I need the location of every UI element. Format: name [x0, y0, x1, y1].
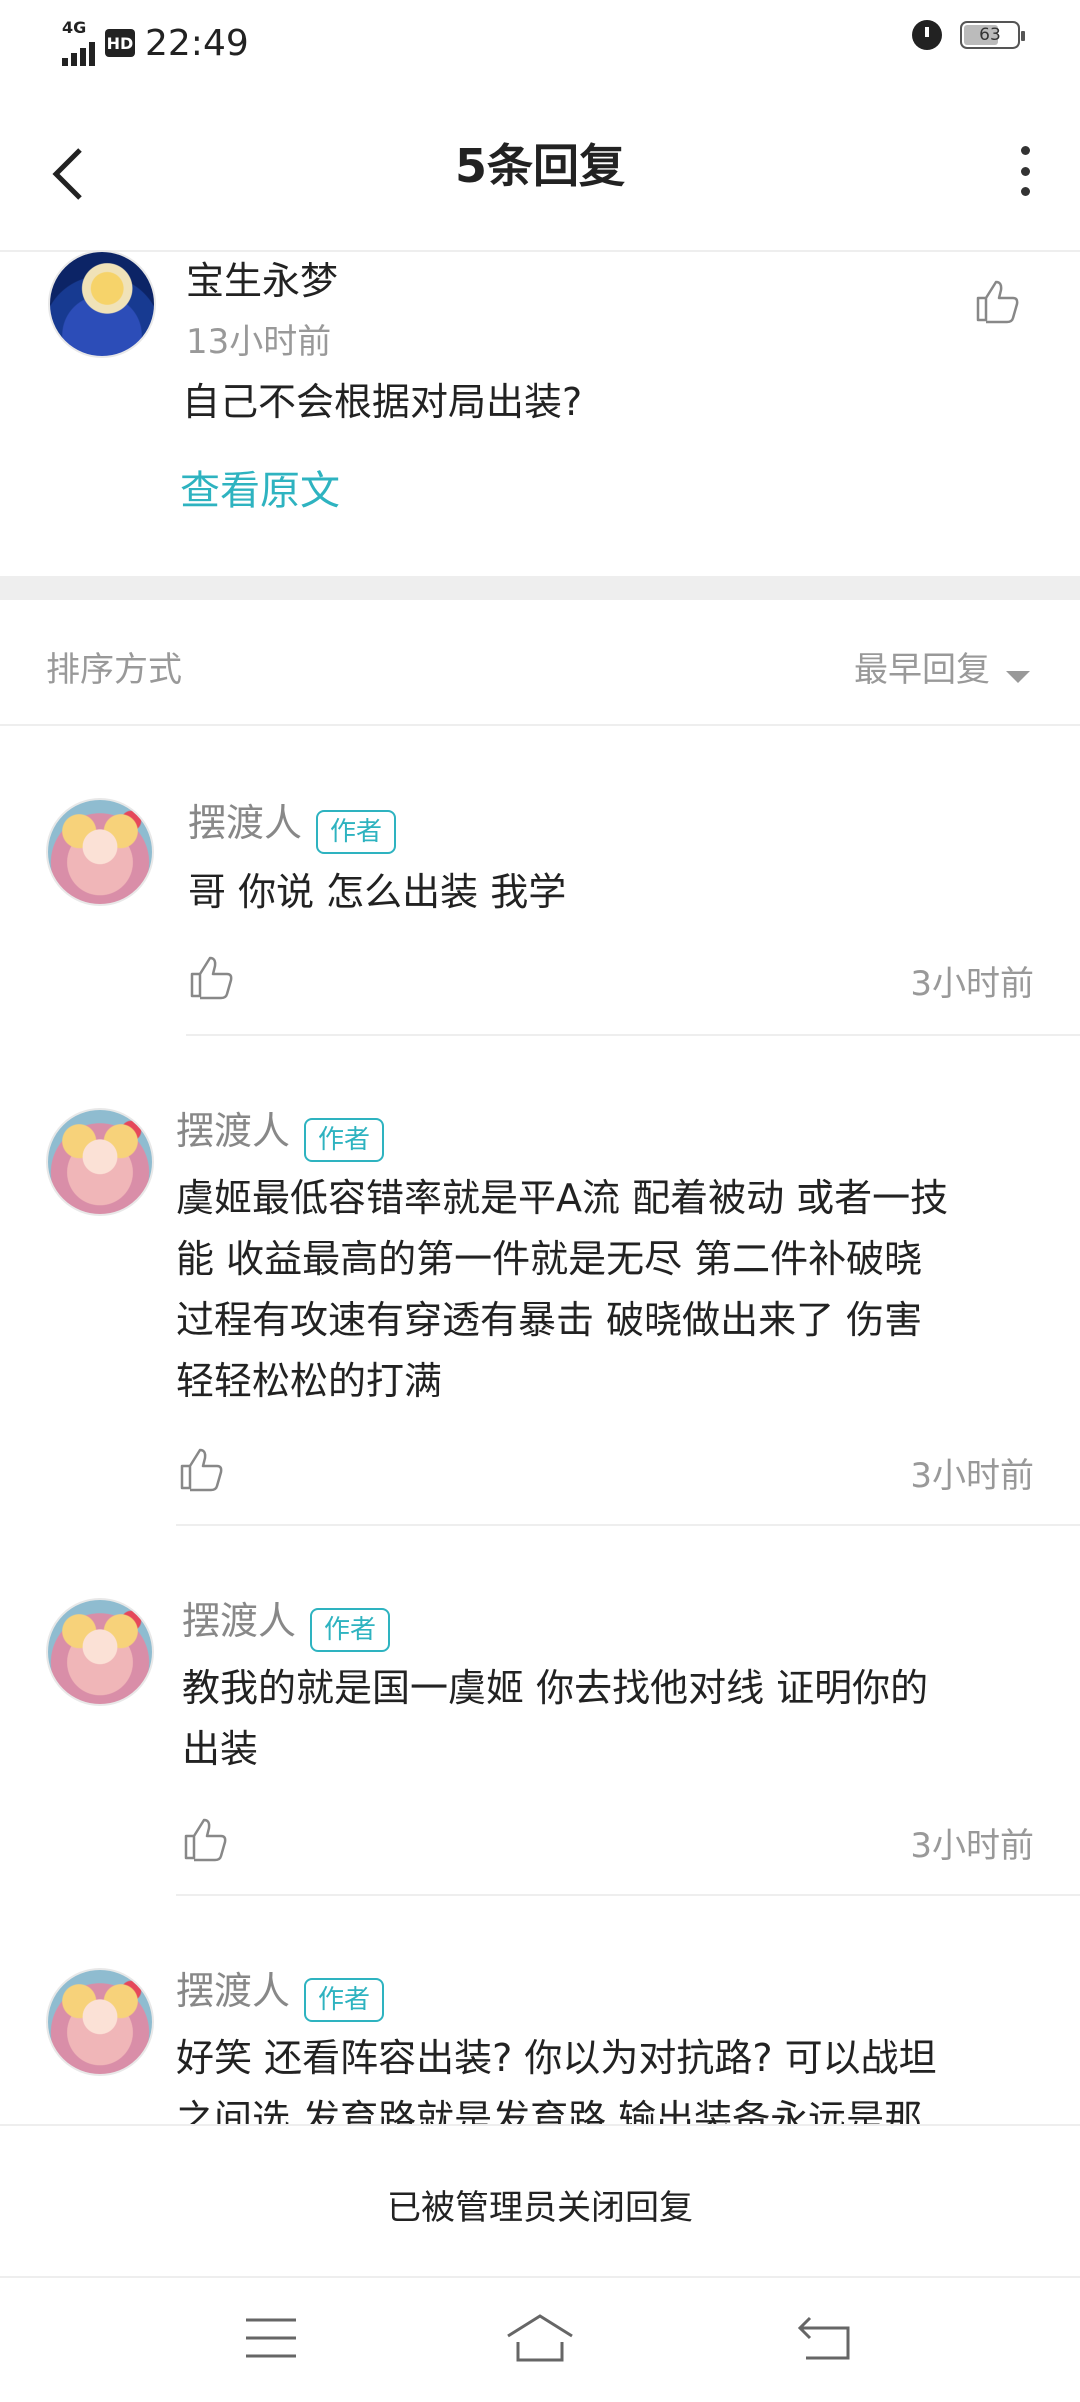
top-bar: 5条回复	[0, 84, 1080, 252]
reply-item: 摆渡人 作者 好笑 还看阵容出装? 你以为对抗路? 可以战坦 之间选 发育路就是发…	[0, 1896, 1080, 2124]
alarm-icon	[912, 20, 942, 50]
like-icon[interactable]	[972, 276, 1022, 326]
reply-closed-bar: 已被管理员关闭回复	[0, 2124, 1080, 2278]
battery-level: 63	[979, 25, 1001, 45]
reply-username[interactable]: 摆渡人	[176, 1969, 290, 2013]
reply-header: 摆渡人 作者	[182, 1590, 391, 1652]
reply-text: 教我的就是国一虞姬 你去找他对线 证明你的 出装	[182, 1666, 929, 1771]
author-badge: 作者	[310, 1607, 391, 1652]
reply-header: 摆渡人 作者	[188, 792, 397, 854]
author-badge: 作者	[304, 1977, 385, 2022]
home-icon[interactable]	[504, 2312, 576, 2364]
reply-text: 哥 你说 怎么出装 我学	[188, 870, 567, 914]
sort-value: 最早回复	[854, 650, 990, 690]
like-icon[interactable]	[186, 952, 236, 1002]
reply-item: 摆渡人 作者 哥 你说 怎么出装 我学 3小时前	[0, 726, 1080, 1036]
like-icon[interactable]	[180, 1814, 230, 1864]
reply-time: 3小时前	[910, 1456, 1034, 1496]
page-title: 5条回复	[454, 139, 625, 193]
reply-username[interactable]: 摆渡人	[188, 801, 302, 845]
avatar[interactable]	[48, 250, 156, 358]
sort-label: 排序方式	[46, 650, 182, 690]
reply-time: 3小时前	[910, 1826, 1034, 1866]
closed-notice: 已被管理员关闭回复	[387, 2188, 693, 2228]
status-bar: 4G HD 22:49 63	[0, 0, 1080, 84]
like-icon[interactable]	[176, 1444, 226, 1494]
reply-item: 摆渡人 作者 教我的就是国一虞姬 你去找他对线 证明你的 出装 3小时前	[0, 1526, 1080, 1896]
network-type: 4G	[62, 18, 87, 37]
reply-item: 摆渡人 作者 虞姬最低容错率就是平A流 配着被动 或者一技 能 收益最高的第一件就…	[0, 1036, 1080, 1526]
avatar[interactable]	[46, 1108, 154, 1216]
reply-text: 虞姬最低容错率就是平A流 配着被动 或者一技 能 收益最高的第一件就是无尽 第二…	[176, 1176, 949, 1403]
reply-header: 摆渡人 作者	[176, 1100, 385, 1162]
avatar[interactable]	[46, 1598, 154, 1706]
more-options-icon[interactable]	[1010, 146, 1040, 196]
clock: 22:49	[145, 22, 249, 64]
original-time: 13小时前	[186, 322, 332, 362]
back-nav-icon[interactable]	[796, 2314, 852, 2362]
menu-icon[interactable]	[244, 2316, 298, 2360]
divider	[0, 250, 1080, 252]
avatar[interactable]	[46, 798, 154, 906]
reply-text: 好笑 还看阵容出装? 你以为对抗路? 可以战坦 之间选 发育路就是发育路 输出装…	[176, 2036, 937, 2124]
author-badge: 作者	[304, 1117, 385, 1162]
reply-time: 3小时前	[910, 964, 1034, 1004]
chevron-down-icon	[1006, 670, 1030, 683]
original-text: 自己不会根据对局出装?	[182, 380, 583, 424]
section-separator	[0, 576, 1080, 600]
sort-dropdown[interactable]: 最早回复	[854, 642, 1030, 691]
original-username[interactable]: 宝生永梦	[186, 250, 338, 305]
author-badge: 作者	[316, 809, 397, 854]
reply-username[interactable]: 摆渡人	[182, 1599, 296, 1643]
battery-icon: 63	[960, 21, 1025, 49]
system-nav-bar	[0, 2276, 1080, 2402]
view-original-link[interactable]: 查看原文	[180, 458, 340, 516]
hd-icon: HD	[105, 29, 135, 57]
reply-header: 摆渡人 作者	[176, 1960, 385, 2022]
signal-icon	[62, 36, 95, 66]
reply-username[interactable]: 摆渡人	[176, 1109, 290, 1153]
avatar[interactable]	[46, 1968, 154, 2076]
